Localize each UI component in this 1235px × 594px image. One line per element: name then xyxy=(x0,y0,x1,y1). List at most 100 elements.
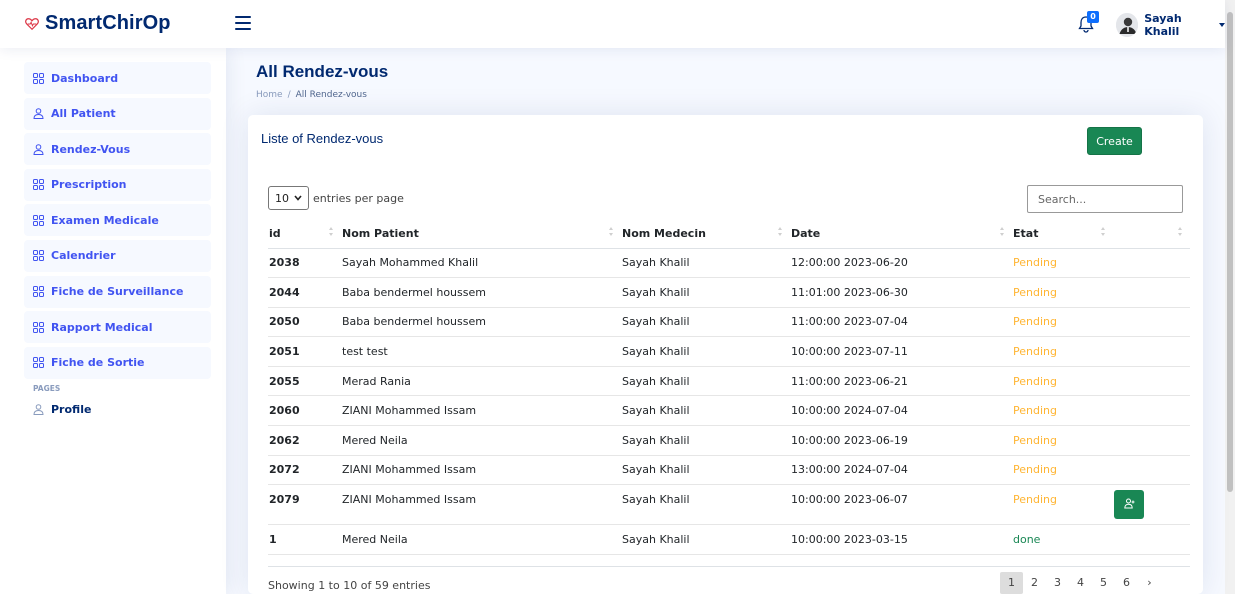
cell-date: 10:00:00 2024-07-04 xyxy=(790,395,1012,427)
sort-icon xyxy=(609,227,613,236)
table-row: 2072 ZIANI Mohammed Issam Sayah Khalil 1… xyxy=(268,455,1190,486)
cell-date: 11:01:00 2023-06-30 xyxy=(790,277,1012,308)
rendez-vous-card: Liste of Rendez-vous Create 10 entries p… xyxy=(248,115,1203,594)
sidebar-item-rendez-vous[interactable]: Rendez-Vous xyxy=(24,133,211,166)
sort-icon xyxy=(1000,227,1004,236)
cell-patient: Merad Rania xyxy=(341,366,621,397)
page-link-4[interactable]: 4 xyxy=(1069,572,1092,594)
sidebar-item-examen-medicale[interactable]: Examen Medicale xyxy=(24,204,211,237)
cell-etat: Pending xyxy=(1012,277,1113,308)
breadcrumb: Home / All Rendez-vous xyxy=(256,90,388,100)
page-link-2[interactable]: 2 xyxy=(1023,572,1046,594)
sidebar-item-calendrier[interactable]: Calendrier xyxy=(24,239,211,272)
cell-id: 2060 xyxy=(268,395,341,427)
entries-per-page: 10 entries per page xyxy=(268,186,404,210)
page-link-5[interactable]: 5 xyxy=(1092,572,1115,594)
cell-date: 11:00:00 2023-07-04 xyxy=(790,307,1012,338)
sort-icon xyxy=(1101,227,1105,236)
column-header-actions[interactable] xyxy=(1113,220,1190,249)
logo-text: SmartChirOp xyxy=(45,12,171,34)
sidebar-item-all-patient[interactable]: All Patient xyxy=(24,97,211,130)
cell-medecin: Sayah Khalil xyxy=(621,277,790,308)
sidebar-item-prescription[interactable]: Prescription xyxy=(24,168,211,201)
table-row: 2055 Merad Rania Sayah Khalil 11:00:00 2… xyxy=(268,366,1190,397)
table-row: 1 Mered Neila Sayah Khalil 10:00:00 2023… xyxy=(268,524,1190,555)
cell-medecin: Sayah Khalil xyxy=(621,336,790,367)
scrollbar-thumb[interactable] xyxy=(1227,12,1233,492)
cell-patient: ZIANI Mohammed Issam xyxy=(341,395,621,427)
table-row: 2044 Baba bendermel houssem Sayah Khalil… xyxy=(268,277,1190,308)
sidebar-item-rapport-medical[interactable]: Rapport Medical xyxy=(24,311,211,344)
entries-select[interactable]: 10 xyxy=(268,186,309,210)
sidebar-item-label: Fiche de Surveillance xyxy=(51,285,184,299)
cell-id: 2062 xyxy=(268,425,341,456)
sidebar-item-label: Calendrier xyxy=(51,249,116,263)
sidebar-item-profile[interactable]: Profile xyxy=(24,399,211,421)
sidebar-item-fiche-de-sortie[interactable]: Fiche de Sortie xyxy=(24,346,211,379)
table-divider xyxy=(268,566,1190,567)
cell-id: 2055 xyxy=(268,366,341,397)
cell-medecin: Sayah Khalil xyxy=(621,366,790,397)
cell-actions xyxy=(1113,425,1190,456)
cell-etat: Pending xyxy=(1012,248,1113,279)
table-row: 2038 Sayah Mohammed Khalil Sayah Khalil … xyxy=(268,248,1190,279)
create-button[interactable]: Create xyxy=(1087,127,1142,155)
breadcrumb-separator: / xyxy=(287,90,291,100)
cell-date: 12:00:00 2023-06-20 xyxy=(790,248,1012,279)
grid-icon xyxy=(33,286,45,298)
column-header-id[interactable]: id xyxy=(268,220,341,249)
page-link-1[interactable]: 1 xyxy=(1000,572,1023,594)
column-header-etat[interactable]: Etat xyxy=(1012,220,1113,249)
grid-icon xyxy=(33,357,45,369)
cell-patient: Mered Neila xyxy=(341,425,621,456)
cell-id: 2038 xyxy=(268,248,341,279)
cell-medecin: Sayah Khalil xyxy=(621,425,790,456)
column-header-date[interactable]: Date xyxy=(790,220,1012,249)
cell-id: 2050 xyxy=(268,307,341,338)
menu-toggle-icon[interactable] xyxy=(235,16,251,30)
top-header: SmartChirOp 0 Sayah Khalil xyxy=(0,0,1225,48)
column-header-nom-patient[interactable]: Nom Patient xyxy=(341,220,621,249)
cell-medecin: Sayah Khalil xyxy=(621,307,790,338)
cell-actions xyxy=(1113,524,1190,555)
cell-date: 10:00:00 2023-06-19 xyxy=(790,425,1012,456)
cell-medecin: Sayah Khalil xyxy=(621,395,790,427)
person-icon xyxy=(33,404,45,416)
page-next-link[interactable]: › xyxy=(1138,572,1161,594)
sort-icon xyxy=(329,227,333,236)
person-add-icon xyxy=(1123,498,1135,512)
cell-medecin: Sayah Khalil xyxy=(621,248,790,279)
sidebar: Dashboard All Patient Rendez-Vous Prescr… xyxy=(0,48,226,594)
cell-medecin: Sayah Khalil xyxy=(621,484,790,526)
page-scrollbar[interactable] xyxy=(1225,0,1235,594)
cell-patient: Sayah Mohammed Khalil xyxy=(341,248,621,279)
avatar xyxy=(1116,13,1139,37)
cell-actions xyxy=(1113,248,1190,279)
entries-value: 10 xyxy=(275,191,289,205)
profile-dropdown[interactable]: Sayah Khalil xyxy=(1116,12,1225,38)
sidebar-item-label: Rapport Medical xyxy=(51,320,153,334)
sidebar-item-fiche-de-surveillance[interactable]: Fiche de Surveillance xyxy=(24,275,211,308)
sidebar-item-dashboard[interactable]: Dashboard xyxy=(24,62,211,94)
cell-date: 10:00:00 2023-03-15 xyxy=(790,524,1012,555)
table-row: 2051 test test Sayah Khalil 10:00:00 202… xyxy=(268,336,1190,367)
cell-patient: Baba bendermel houssem xyxy=(341,277,621,308)
assign-user-button[interactable] xyxy=(1114,490,1144,520)
page-link-6[interactable]: 6 xyxy=(1115,572,1138,594)
grid-icon xyxy=(33,72,45,84)
column-header-nom-medecin[interactable]: Nom Medecin xyxy=(621,220,790,249)
table-row: 2062 Mered Neila Sayah Khalil 10:00:00 2… xyxy=(268,425,1190,456)
cell-id: 2044 xyxy=(268,277,341,308)
page-link-3[interactable]: 3 xyxy=(1046,572,1069,594)
sidebar-item-label: Prescription xyxy=(51,178,127,192)
sidebar-item-label: Fiche de Sortie xyxy=(51,356,145,370)
breadcrumb-home[interactable]: Home xyxy=(256,90,283,100)
chevron-down-icon xyxy=(1219,23,1225,27)
cell-medecin: Sayah Khalil xyxy=(621,524,790,555)
cell-etat: Pending xyxy=(1012,307,1113,338)
logo[interactable]: SmartChirOp xyxy=(25,12,171,35)
cell-id: 2079 xyxy=(268,484,341,526)
search-input[interactable] xyxy=(1027,185,1183,213)
entries-label: entries per page xyxy=(313,191,404,205)
cell-actions xyxy=(1113,277,1190,308)
